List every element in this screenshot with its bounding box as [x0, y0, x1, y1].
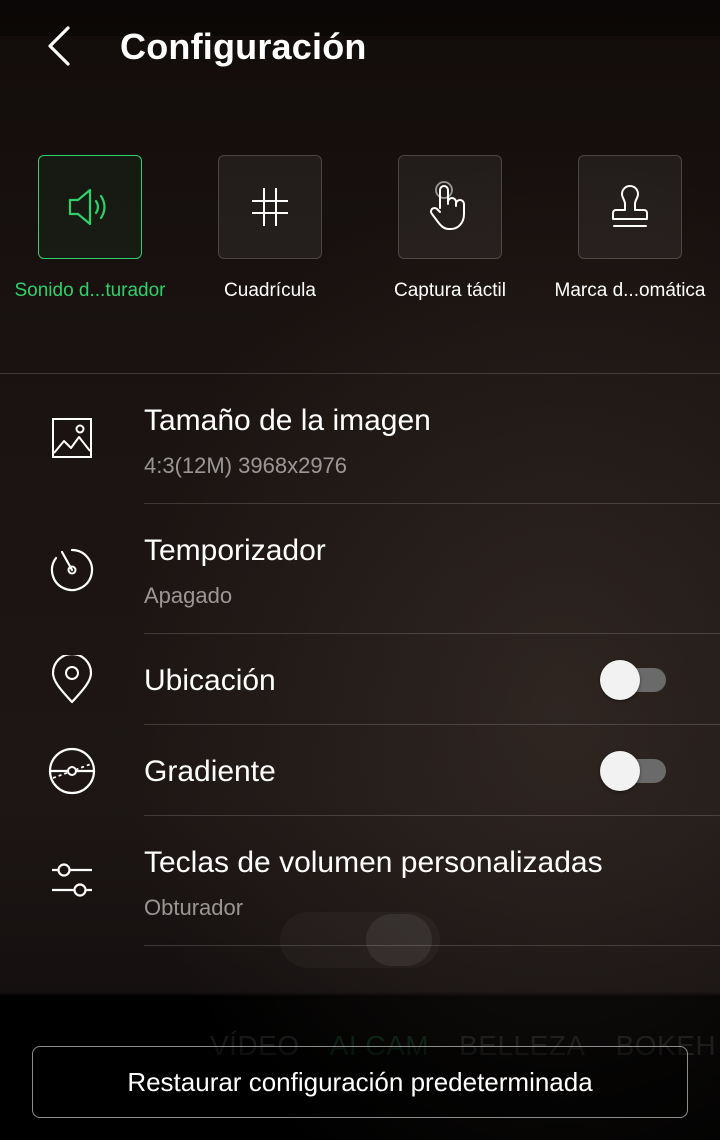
location-title: Ubicación: [144, 664, 276, 697]
back-button[interactable]: [36, 22, 80, 70]
gradient-title: Gradiente: [144, 755, 276, 788]
level-gradient-icon: [46, 745, 98, 797]
grid-toggle[interactable]: Cuadrícula: [180, 155, 360, 315]
header: Configuración: [0, 18, 720, 78]
camera-mode-pill-active-ghost: [366, 914, 432, 966]
shutter-sound-box[interactable]: [38, 155, 142, 259]
camera-mode-pill-ghost: [280, 912, 440, 968]
timer-value: Apagado: [144, 583, 233, 608]
image-size-title: Tamaño de la imagen: [144, 404, 431, 437]
touch-capture-box[interactable]: [398, 155, 502, 259]
back-arrow-icon: [48, 26, 70, 66]
quick-toggles: Sonido d...turador Cuadrícula Captura tá…: [0, 155, 720, 315]
gradient-switch[interactable]: [600, 751, 666, 791]
image-size-value: 4:3(12M) 3968x2976: [144, 453, 348, 478]
touch-icon: [429, 181, 465, 230]
touch-capture-toggle[interactable]: Captura táctil: [360, 155, 540, 315]
stamp-icon: [612, 185, 648, 227]
switch-knob: [600, 660, 640, 700]
speaker-icon: [68, 188, 106, 226]
location-switch[interactable]: [600, 660, 666, 700]
switch-knob: [600, 751, 640, 791]
watermark-toggle[interactable]: Marca d...omática: [540, 155, 720, 315]
touch-capture-label: Captura táctil: [394, 280, 506, 301]
settings-screen: Configuración Sonido d...turador Cuadríc…: [0, 0, 720, 1140]
settings-list: Tamaño de la imagen 4:3(12M) 3968x2976 T…: [0, 374, 720, 946]
grid-icon: [252, 188, 288, 226]
sliders-icon: [46, 854, 98, 906]
setting-image-size[interactable]: Tamaño de la imagen 4:3(12M) 3968x2976: [0, 374, 720, 504]
setting-gradient[interactable]: Gradiente: [0, 725, 720, 816]
setting-location[interactable]: Ubicación: [0, 634, 720, 725]
shutter-sound-toggle[interactable]: Sonido d...turador: [0, 155, 180, 315]
volume-keys-value: Obturador: [144, 895, 244, 920]
timer-title: Temporizador: [144, 534, 326, 567]
setting-timer[interactable]: Temporizador Apagado: [0, 504, 720, 634]
page-title: Configuración: [120, 26, 367, 67]
restore-defaults-button[interactable]: Restaurar configuración predeterminada: [32, 1046, 688, 1118]
shutter-sound-label: Sonido d...turador: [14, 280, 166, 301]
image-icon: [46, 412, 98, 464]
volume-keys-title: Teclas de volumen personalizadas: [144, 846, 603, 879]
grid-label: Cuadrícula: [224, 280, 316, 301]
timer-icon: [46, 544, 98, 596]
grid-box[interactable]: [218, 155, 322, 259]
watermark-box[interactable]: [578, 155, 682, 259]
watermark-label: Marca d...omática: [554, 280, 706, 301]
location-pin-icon: [46, 654, 98, 706]
